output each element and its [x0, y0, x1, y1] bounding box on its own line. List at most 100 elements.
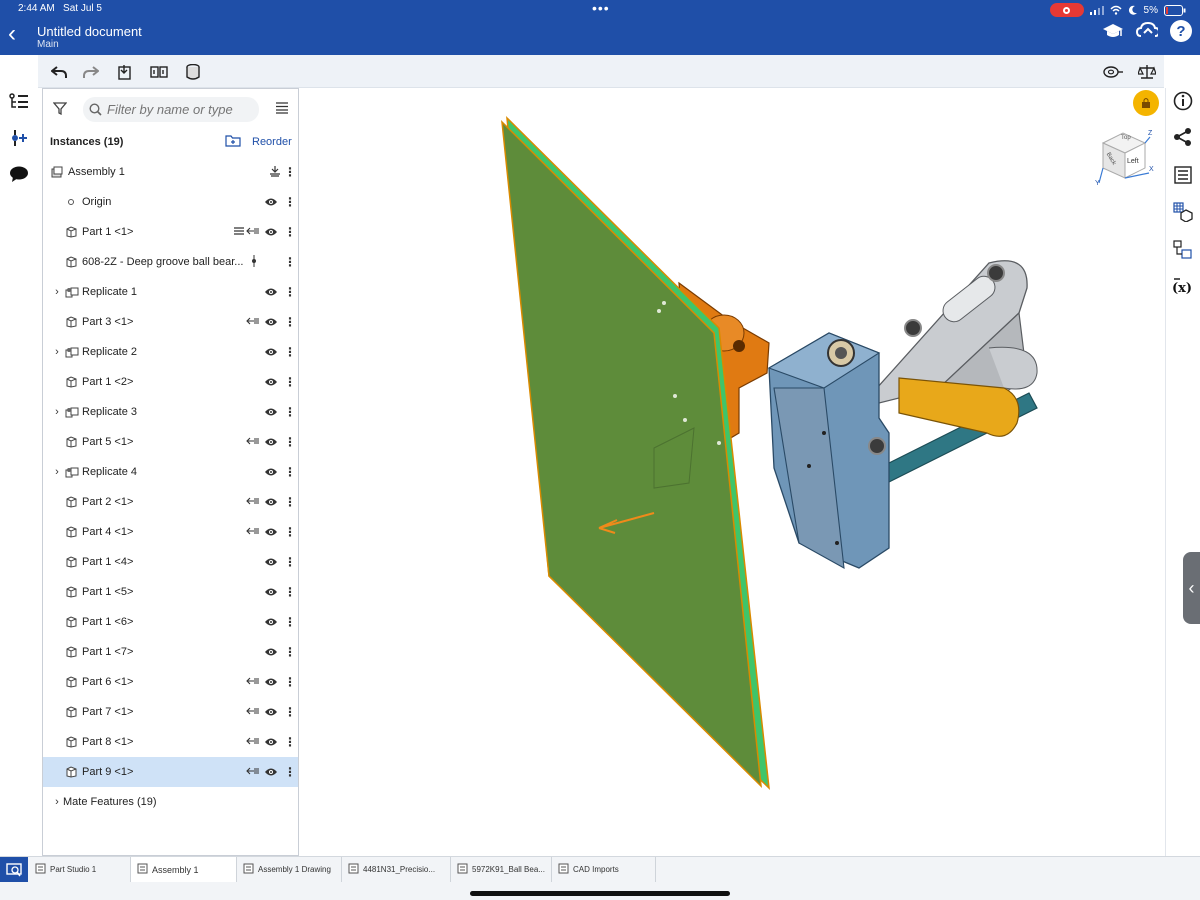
visibility-eye-icon[interactable] — [264, 407, 278, 417]
green-plate-part[interactable] — [501, 116, 770, 790]
home-indicator[interactable] — [470, 891, 730, 896]
reorder-button[interactable]: Reorder — [252, 136, 292, 148]
document-title[interactable]: Untitled document — [37, 24, 142, 39]
bill-of-materials-icon[interactable] — [1172, 201, 1194, 223]
replicate-icon[interactable] — [148, 61, 170, 83]
search-box[interactable] — [83, 97, 259, 122]
assembly-model[interactable] — [299, 88, 1165, 856]
visibility-eye-icon[interactable] — [264, 677, 278, 687]
view-lock-icon[interactable] — [1133, 90, 1159, 116]
more-options-icon[interactable]: ⋮ — [284, 735, 296, 749]
redo-icon[interactable] — [80, 61, 102, 83]
document-tab[interactable]: 5972K91_Ball Bea... — [451, 857, 552, 882]
instance-row[interactable]: Part 1 <2> ⋮ — [43, 367, 298, 397]
more-options-icon[interactable]: ⋮ — [284, 765, 296, 779]
more-options-icon[interactable]: ⋮ — [284, 585, 296, 599]
more-options-icon[interactable]: ⋮ — [284, 315, 296, 329]
visibility-eye-icon[interactable] — [264, 377, 278, 387]
document-tab[interactable]: Assembly 1 — [131, 857, 237, 882]
back-chevron-icon[interactable]: ‹ — [8, 22, 16, 46]
replicate-row[interactable]: › Replicate 3 ⋮ — [43, 397, 298, 427]
instance-row[interactable]: Part 3 <1> ⋮ — [43, 307, 298, 337]
chevron-right-icon[interactable]: › — [52, 466, 62, 478]
learning-cap-icon[interactable] — [1102, 20, 1124, 42]
more-options-icon[interactable]: ⋮ — [284, 675, 296, 689]
visibility-eye-icon[interactable] — [264, 437, 278, 447]
cloud-sync-icon[interactable] — [1136, 20, 1158, 42]
more-options-icon[interactable]: ⋮ — [284, 195, 296, 209]
mate-features-group[interactable]: › Mate Features (19) — [43, 787, 298, 817]
instance-row[interactable]: Part 1 <4> ⋮ — [43, 547, 298, 577]
document-tab[interactable]: 4481N31_Precisio... — [342, 857, 451, 882]
more-options-icon[interactable]: ⋮ — [284, 705, 296, 719]
more-options-icon[interactable]: ⋮ — [284, 165, 296, 179]
tab-manager-icon[interactable] — [0, 857, 28, 882]
visibility-eye-icon[interactable] — [264, 197, 278, 207]
instance-row[interactable]: Assembly 1 ⋮ — [43, 157, 298, 187]
visibility-eye-icon[interactable] — [264, 287, 278, 297]
measure-tape-icon[interactable] — [1102, 61, 1124, 83]
instance-row[interactable]: Part 6 <1> ⋮ — [43, 667, 298, 697]
cylinder-mate-icon[interactable] — [182, 61, 204, 83]
instance-row[interactable]: Part 5 <1> ⋮ — [43, 427, 298, 457]
multitask-dots-icon[interactable]: ••• — [592, 0, 610, 16]
more-options-icon[interactable]: ⋮ — [284, 345, 296, 359]
more-options-icon[interactable]: ⋮ — [284, 495, 296, 509]
instance-row[interactable]: Part 1 <1> ⋮ — [43, 217, 298, 247]
new-folder-icon[interactable] — [225, 134, 241, 152]
visibility-eye-icon[interactable] — [264, 617, 278, 627]
blue-block-part[interactable] — [767, 332, 890, 569]
list-view-icon[interactable] — [275, 101, 289, 119]
visibility-eye-icon[interactable] — [264, 647, 278, 657]
visibility-eye-icon[interactable] — [264, 527, 278, 537]
instance-row[interactable]: Part 4 <1> ⋮ — [43, 517, 298, 547]
insert-mate-icon[interactable] — [8, 127, 30, 149]
comments-icon[interactable] — [8, 163, 30, 185]
feature-list-icon[interactable] — [8, 91, 30, 113]
more-options-icon[interactable]: ⋮ — [284, 525, 296, 539]
chevron-right-icon[interactable]: › — [52, 796, 62, 808]
mass-properties-icon[interactable] — [1136, 61, 1158, 83]
visibility-eye-icon[interactable] — [264, 707, 278, 717]
more-options-icon[interactable]: ⋮ — [284, 615, 296, 629]
more-options-icon[interactable]: ⋮ — [284, 405, 296, 419]
filter-icon[interactable] — [52, 101, 68, 120]
document-tab[interactable]: Part Studio 1 — [29, 857, 131, 882]
visibility-eye-icon[interactable] — [264, 317, 278, 327]
visibility-eye-icon[interactable] — [264, 347, 278, 357]
help-icon[interactable]: ? — [1170, 20, 1192, 42]
insert-part-icon[interactable] — [114, 61, 136, 83]
screen-record-icon[interactable] — [1049, 3, 1084, 17]
graphics-viewport[interactable]: Left Top Back Z X Y — [299, 88, 1165, 856]
document-tab[interactable]: Assembly 1 Drawing — [237, 857, 342, 882]
more-options-icon[interactable]: ⋮ — [284, 465, 296, 479]
more-options-icon[interactable]: ⋮ — [284, 435, 296, 449]
chevron-right-icon[interactable]: › — [52, 286, 62, 298]
visibility-eye-icon[interactable] — [264, 497, 278, 507]
replicate-row[interactable]: › Replicate 1 ⋮ — [43, 277, 298, 307]
more-options-icon[interactable]: ⋮ — [284, 285, 296, 299]
info-icon[interactable] — [1172, 90, 1194, 112]
visibility-eye-icon[interactable] — [264, 767, 278, 777]
visibility-eye-icon[interactable] — [264, 587, 278, 597]
chevron-right-icon[interactable]: › — [52, 406, 62, 418]
instance-row[interactable]: Part 9 <1> ⋮ — [43, 757, 298, 787]
visibility-eye-icon[interactable] — [264, 737, 278, 747]
more-options-icon[interactable]: ⋮ — [284, 375, 296, 389]
instance-row[interactable]: Part 7 <1> ⋮ — [43, 697, 298, 727]
instance-row[interactable]: Part 8 <1> ⋮ — [43, 727, 298, 757]
variables-icon[interactable]: (x) — [1172, 276, 1194, 298]
configurations-icon[interactable] — [1172, 239, 1194, 261]
side-panel-handle[interactable]: ‹ — [1183, 552, 1200, 624]
instance-row[interactable]: Part 1 <5> ⋮ — [43, 577, 298, 607]
more-options-icon[interactable]: ⋮ — [284, 255, 296, 269]
more-options-icon[interactable]: ⋮ — [284, 645, 296, 659]
replicate-row[interactable]: › Replicate 4 ⋮ — [43, 457, 298, 487]
instance-row[interactable]: Part 1 <7> ⋮ — [43, 637, 298, 667]
view-cube[interactable]: Left Top Back Z X Y — [1093, 128, 1155, 200]
properties-list-icon[interactable] — [1172, 164, 1194, 186]
instance-row[interactable]: Origin ⋮ — [43, 187, 298, 217]
document-tab[interactable]: CAD Imports — [552, 857, 656, 882]
more-options-icon[interactable]: ⋮ — [284, 225, 296, 239]
instance-row[interactable]: Part 2 <1> ⋮ — [43, 487, 298, 517]
